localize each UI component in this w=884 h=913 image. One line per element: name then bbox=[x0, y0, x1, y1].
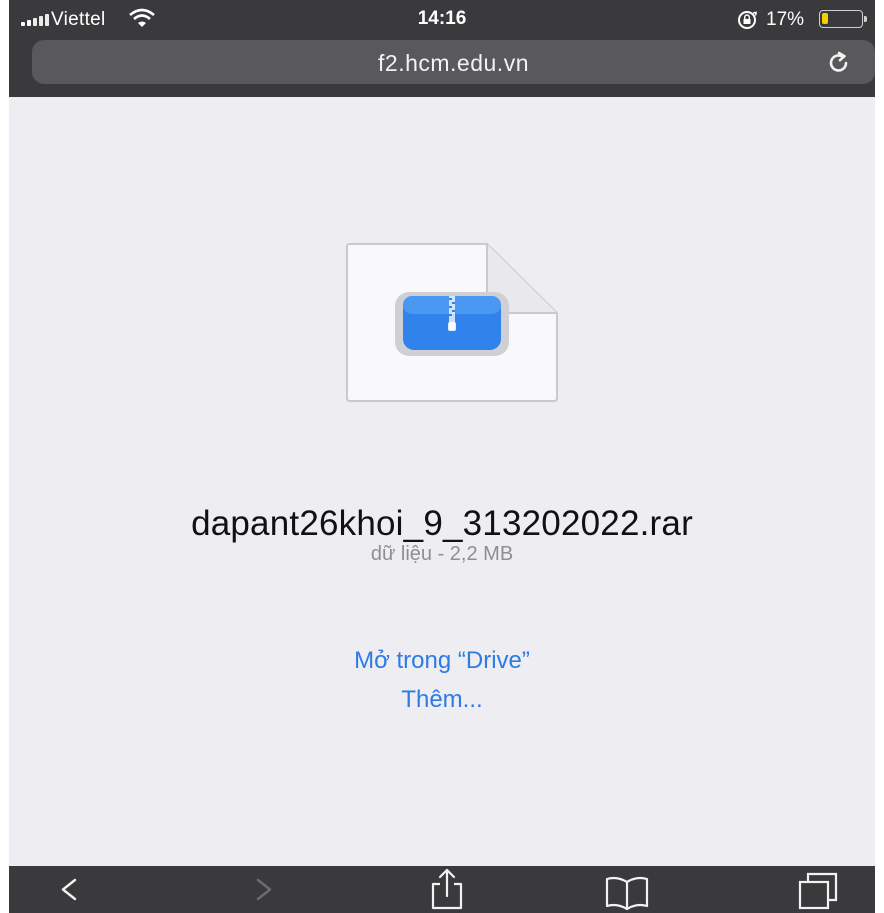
url-text[interactable]: f2.hcm.edu.vn bbox=[32, 50, 875, 77]
battery-icon bbox=[819, 10, 867, 28]
share-icon[interactable] bbox=[425, 866, 469, 913]
address-bar[interactable]: f2.hcm.edu.vn bbox=[32, 40, 875, 84]
file-name: dapant26khoi_9_313202022.rar bbox=[191, 504, 693, 543]
reload-icon[interactable] bbox=[825, 49, 853, 82]
forward-icon[interactable] bbox=[244, 866, 284, 913]
archive-file-icon bbox=[345, 243, 559, 408]
status-bar: Viettel 14:16 17% bbox=[9, 0, 875, 40]
bottom-toolbar bbox=[9, 866, 875, 913]
top-bar: Viettel 14:16 17% f2.hcm.edu.vn bbox=[9, 0, 875, 97]
orientation-lock-icon bbox=[736, 9, 758, 37]
open-in-drive-button[interactable]: Mở trong “Drive” bbox=[9, 647, 875, 675]
file-info: dữ liệu - 2,2 MB bbox=[370, 543, 514, 565]
battery-percent: 17% bbox=[766, 9, 805, 30]
safari-window: Viettel 14:16 17% f2.hcm.edu.vn dapant26… bbox=[9, 0, 875, 913]
more-button[interactable]: Thêm... bbox=[9, 686, 875, 714]
bookmarks-icon[interactable] bbox=[602, 866, 652, 913]
back-icon[interactable] bbox=[49, 866, 89, 913]
tabs-icon[interactable] bbox=[794, 866, 844, 913]
